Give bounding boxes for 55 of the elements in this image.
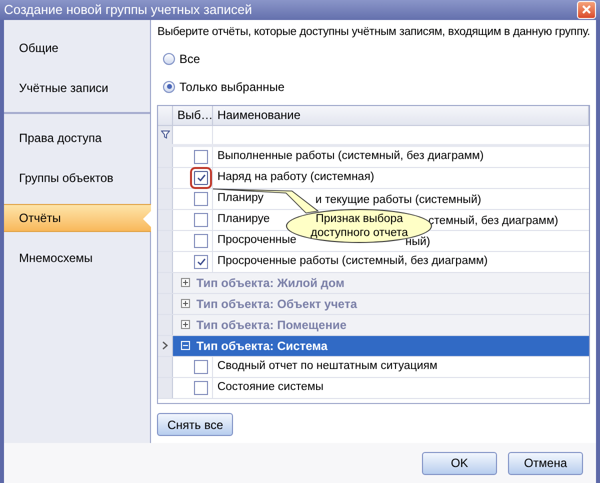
sidebar-item[interactable]: Мнемосхемы (4, 244, 150, 272)
radio-button[interactable] (163, 52, 176, 65)
checkmark-icon (196, 174, 206, 182)
report-row[interactable]: Сводный отчет по нештатным ситуациям (158, 356, 589, 378)
collapse-icon[interactable] (181, 341, 190, 350)
group-label: Тип объекта: Объект учета (196, 296, 358, 313)
group-label: Тип объекта: Жилой дом (196, 274, 344, 292)
cancel-button[interactable]: Отмена (508, 452, 583, 475)
checkbox[interactable] (194, 150, 208, 164)
report-row[interactable]: Выполненные работы (системный, без диаграмм) (158, 146, 589, 168)
sidebar-item[interactable]: Отчёты (4, 204, 152, 232)
report-name: Наряд на работу (системная) (217, 170, 374, 186)
sidebar-item[interactable]: Группы объектов (4, 164, 150, 192)
close-button[interactable] (577, 0, 596, 19)
report-row[interactable]: Состояние системы (158, 378, 589, 399)
group-row[interactable]: Тип объекта: Система (158, 336, 589, 357)
checkbox[interactable] (194, 234, 208, 248)
checkbox[interactable] (194, 360, 208, 374)
report-name-fragment: стемный, без диаграмм) (428, 214, 558, 229)
report-row[interactable]: Просроченные работы (системный, без диаграмм) (158, 252, 589, 273)
checkbox[interactable] (194, 192, 208, 206)
checkbox[interactable] (194, 380, 208, 395)
checkbox[interactable] (194, 254, 208, 269)
radio-option[interactable]: Только выбранные (163, 78, 590, 96)
column-header[interactable]: Выб… (173, 106, 214, 125)
report-name: Выполненные работы (системный, без диаграмм) (217, 149, 484, 164)
report-name: Планиру (217, 191, 264, 206)
window-title: Создание новой группы учетных записей (4, 1, 252, 19)
sidebar-item[interactable]: Права доступа (4, 124, 150, 152)
report-name-fragment: и текущие работы (системный) (315, 192, 482, 208)
report-name: Состояние системы (217, 380, 324, 396)
close-icon (582, 5, 591, 14)
instruction-text: Выберите отчёты, которые доступны учётным записям, входящим в данную группу. (157, 24, 590, 40)
expand-icon[interactable] (181, 299, 190, 308)
checkbox[interactable] (194, 212, 208, 227)
report-name: Просроченные (217, 233, 296, 248)
checkmark-icon (196, 258, 206, 266)
ok-button[interactable]: OK (422, 452, 497, 475)
sidebar-item[interactable]: Учётные записи (4, 74, 150, 102)
expand-icon[interactable] (181, 278, 190, 288)
row-pointer-icon (162, 341, 168, 350)
sidebar-item[interactable]: Общие (4, 34, 150, 62)
radio-option[interactable]: Все (163, 50, 590, 68)
clear-all-button[interactable]: Снять все (157, 413, 234, 436)
radio-button[interactable] (163, 80, 176, 93)
group-label: Тип объекта: Помещение (196, 316, 347, 334)
report-name: Просроченные работы (системный, без диаграмм) (217, 254, 488, 270)
column-header[interactable]: Наименование (213, 106, 589, 125)
group-label: Тип объекта: Система (196, 338, 328, 355)
report-row[interactable]: Наряд на работу (системная) (158, 168, 589, 189)
filter-icon[interactable] (160, 130, 170, 140)
expand-icon[interactable] (181, 320, 190, 330)
report-name: Сводный отчет по нештатным ситуациям (217, 359, 438, 374)
report-row[interactable]: Планиру и текущие работы (системный) (158, 188, 589, 210)
report-name: Планируе (217, 212, 270, 228)
